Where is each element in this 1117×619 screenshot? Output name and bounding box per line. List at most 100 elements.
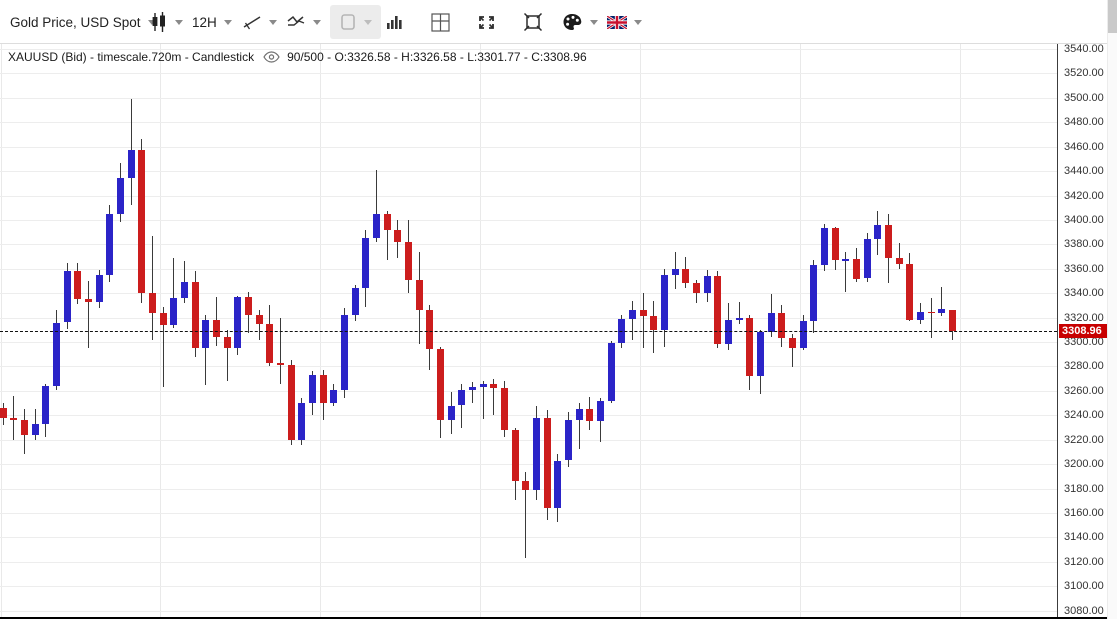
- candle-body: [74, 271, 81, 299]
- trend-line-icon: [242, 13, 262, 31]
- candlestick-plot-area[interactable]: XAUUSD (Bid) - timescale.720m - Candlest…: [0, 44, 1057, 619]
- candle-body: [896, 258, 903, 264]
- candlestick-style-icon: [150, 11, 168, 33]
- candle-body: [96, 275, 103, 302]
- candle-body: [32, 424, 39, 435]
- horizontal-gridline: [0, 464, 1057, 465]
- price-axis-label: 3320.00: [1064, 311, 1104, 325]
- candle-body: [682, 269, 689, 284]
- trend-line-tool-button[interactable]: [242, 4, 277, 40]
- volume-toggle-button[interactable]: [386, 4, 404, 40]
- candle-body: [42, 386, 49, 424]
- candle-body: [650, 316, 657, 329]
- chevron-down-icon: [634, 20, 642, 25]
- indicators-tool-button[interactable]: [286, 4, 321, 40]
- candle-body: [821, 228, 828, 265]
- chevron-down-icon: [364, 20, 372, 25]
- eye-visibility-icon[interactable]: [263, 51, 280, 63]
- candle-body: [778, 313, 785, 339]
- expand-arrows-icon: [477, 13, 496, 32]
- candle-body: [928, 312, 935, 314]
- vertical-scrollbar[interactable]: [1107, 0, 1117, 619]
- expand-fullscreen-button[interactable]: [477, 4, 496, 40]
- candle-wick: [88, 281, 89, 348]
- current-price-tag: 3308.96: [1059, 324, 1109, 338]
- horizontal-gridline: [0, 98, 1057, 99]
- bucket-tool-button-disabled[interactable]: [330, 5, 381, 39]
- candle-body: [757, 332, 764, 376]
- horizontal-gridline: [0, 171, 1057, 172]
- price-axis-label: 3240.00: [1064, 408, 1104, 422]
- chevron-down-icon: [590, 20, 598, 25]
- chart-style-selector[interactable]: [150, 4, 183, 40]
- candle-body: [320, 375, 327, 403]
- candle-body: [234, 297, 241, 348]
- timeframe-label: 12H: [192, 15, 217, 30]
- candle-body: [629, 310, 636, 319]
- candle-body: [714, 276, 721, 344]
- price-axis-label: 3520.00: [1064, 66, 1104, 80]
- candle-body: [256, 315, 263, 324]
- grid-layout-icon: [430, 12, 451, 33]
- price-axis-label: 3340.00: [1064, 286, 1104, 300]
- price-axis-label: 3360.00: [1064, 262, 1104, 276]
- horizontal-gridline: [0, 73, 1057, 74]
- candle-body: [448, 406, 455, 421]
- candle-wick: [739, 302, 740, 324]
- theme-palette-button[interactable]: [562, 4, 598, 40]
- candle-body: [266, 324, 273, 363]
- candle-body: [640, 310, 647, 316]
- candle-body: [554, 461, 561, 509]
- palette-icon: [562, 12, 583, 32]
- chevron-down-icon: [224, 20, 232, 25]
- candle-body: [352, 288, 359, 315]
- candle-body: [10, 418, 17, 420]
- candle-body: [160, 313, 167, 325]
- candle-body: [586, 409, 593, 421]
- candle-body: [672, 269, 679, 275]
- price-axis-label: 3260.00: [1064, 384, 1104, 398]
- price-axis-label: 3160.00: [1064, 506, 1104, 520]
- candle-body: [128, 150, 135, 178]
- scrollbar-thumb[interactable]: [1108, 0, 1117, 33]
- candle-body: [949, 310, 956, 332]
- language-selector[interactable]: [607, 4, 642, 40]
- price-axis[interactable]: 3308.96 3540.003520.003500.003480.003460…: [1057, 44, 1109, 619]
- candle-body: [853, 259, 860, 279]
- candle-body: [416, 280, 423, 311]
- toolbar: Gold Price, USD Spot 12H: [0, 0, 1117, 44]
- ohlc-readout: 90/500 - O:3326.58 - H:3326.58 - L:3301.…: [287, 50, 587, 64]
- symbol-selector[interactable]: Gold Price, USD Spot: [10, 4, 156, 40]
- candle-body: [384, 214, 391, 230]
- candle-body: [458, 390, 465, 406]
- candle-body: [224, 337, 231, 348]
- price-axis-label: 3400.00: [1064, 213, 1104, 227]
- horizontal-gridline: [0, 122, 1057, 123]
- frame-icon: [523, 12, 543, 32]
- current-price-line: [0, 331, 1057, 332]
- candle-body: [149, 293, 156, 313]
- price-axis-label: 3440.00: [1064, 164, 1104, 178]
- candle-body: [309, 375, 316, 403]
- candle-body: [522, 481, 529, 490]
- frame-snapshot-button[interactable]: [523, 4, 543, 40]
- candle-body: [0, 408, 7, 418]
- candle-body: [437, 349, 444, 420]
- timeframe-selector[interactable]: 12H: [192, 4, 232, 40]
- candle-body: [565, 420, 572, 460]
- chevron-down-icon: [269, 20, 277, 25]
- candle-body: [501, 388, 508, 430]
- chevron-down-icon: [313, 20, 321, 25]
- grid-layout-button[interactable]: [430, 4, 451, 40]
- price-axis-label: 3460.00: [1064, 140, 1104, 154]
- volume-bars-icon: [386, 13, 404, 31]
- trading-chart-app: Gold Price, USD Spot 12H: [0, 0, 1117, 619]
- candle-body: [288, 365, 295, 440]
- candle-body: [85, 299, 92, 301]
- price-axis-label: 3540.00: [1064, 42, 1104, 56]
- horizontal-gridline: [0, 366, 1057, 367]
- candle-body: [21, 420, 28, 435]
- candle-body: [394, 230, 401, 242]
- price-axis-label: 3080.00: [1064, 604, 1104, 618]
- candle-body: [64, 271, 71, 322]
